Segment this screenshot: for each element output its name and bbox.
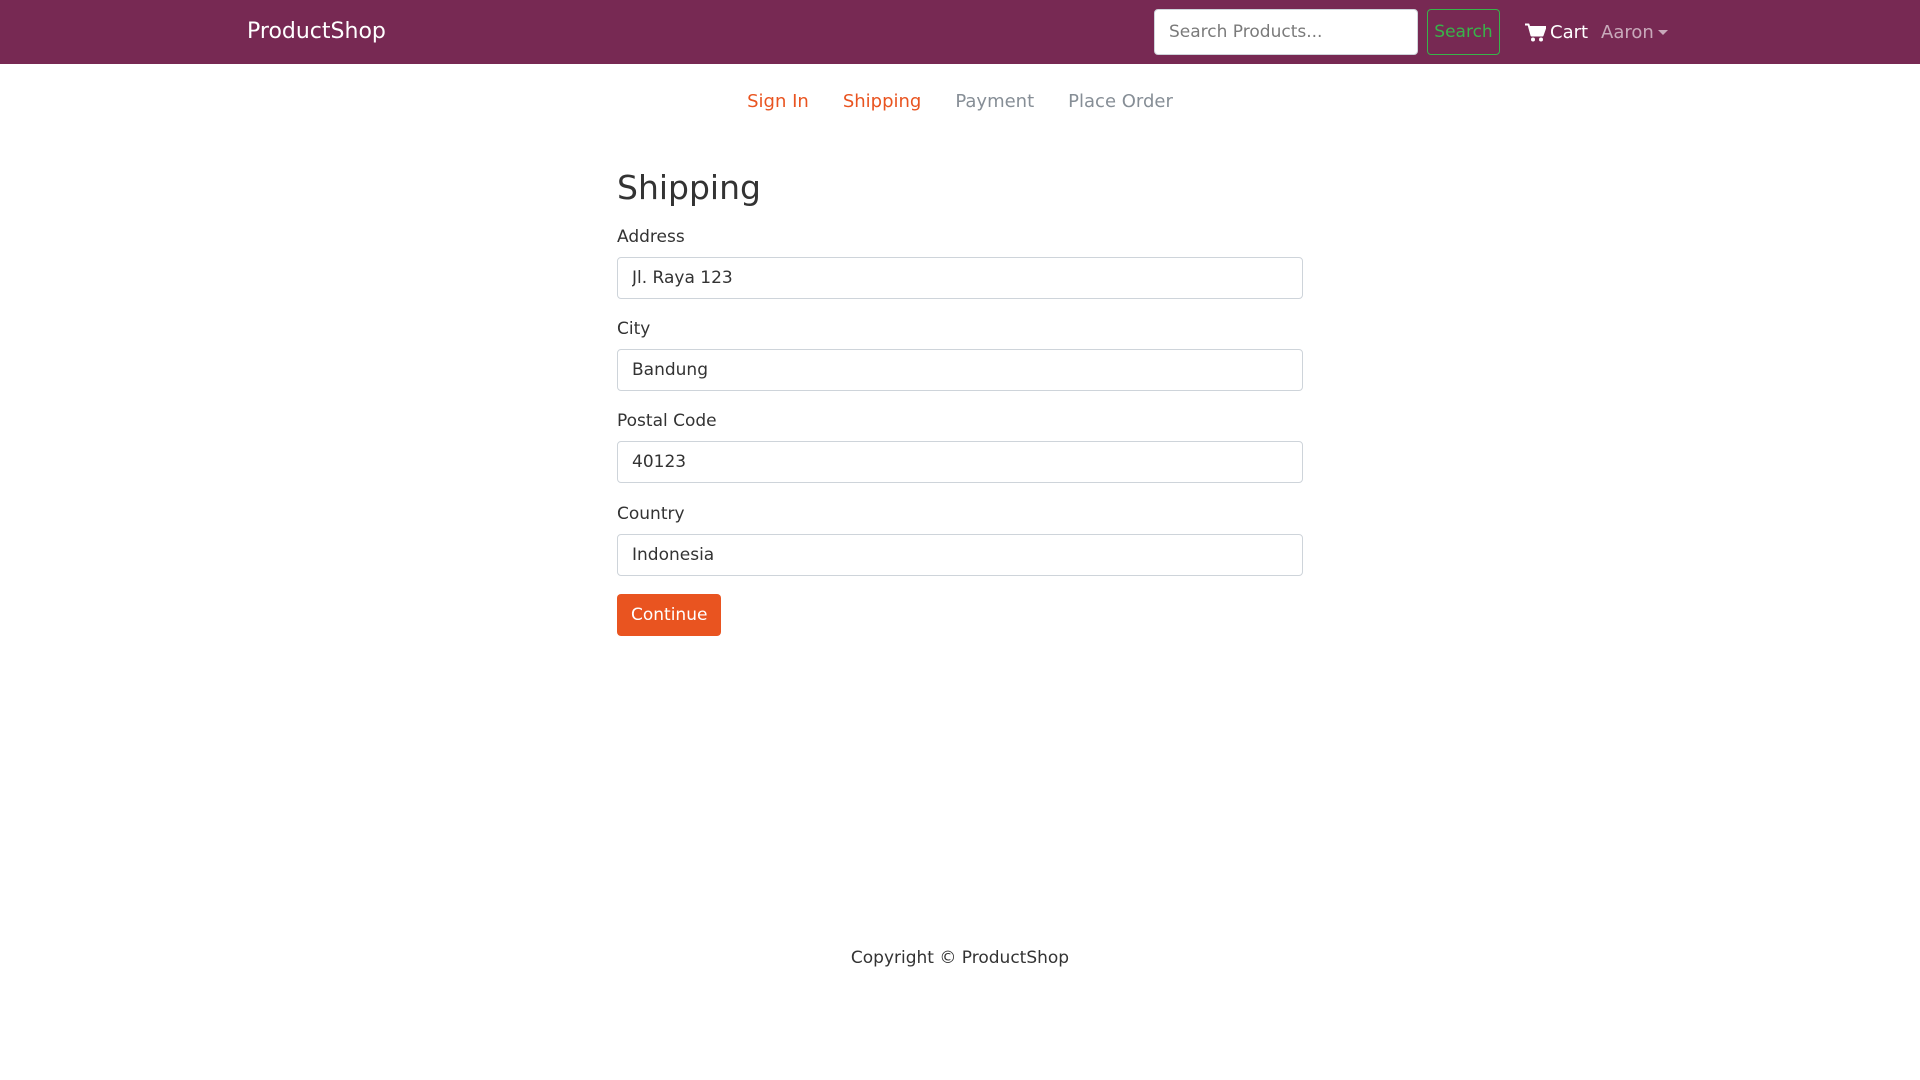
city-label: City	[617, 319, 651, 339]
step-sign-in[interactable]: Sign In	[730, 90, 826, 114]
postal-code-input[interactable]	[617, 441, 1303, 483]
shipping-form: Shipping Address City Postal Code Countr…	[617, 168, 1303, 636]
search-input[interactable]	[1154, 9, 1418, 55]
cart-link[interactable]: Cart	[1525, 18, 1588, 46]
step-payment: Payment	[955, 91, 1035, 112]
city-input[interactable]	[617, 349, 1303, 391]
postal-code-label: Postal Code	[617, 411, 717, 431]
city-group: City	[617, 318, 1303, 391]
continue-button[interactable]: Continue	[617, 594, 722, 636]
chevron-down-icon	[1657, 29, 1668, 35]
address-group: Address	[617, 226, 1303, 299]
step-shipping[interactable]: Shipping	[826, 90, 939, 114]
footer: Copyright © ProductShop	[0, 947, 1920, 969]
user-name: Aaron	[1601, 21, 1654, 43]
address-input[interactable]	[617, 257, 1303, 299]
postal-code-group: Postal Code	[617, 410, 1303, 483]
country-label: Country	[617, 504, 685, 524]
step-place-order: Place Order	[1068, 91, 1173, 112]
cart-label: Cart	[1550, 21, 1589, 43]
country-group: Country	[617, 503, 1303, 576]
search-button[interactable]: Search	[1427, 9, 1500, 55]
brand-link[interactable]: ProductShop	[247, 18, 386, 46]
checkout-steps: Sign In Shipping Payment Place Order	[0, 90, 1920, 114]
user-dropdown[interactable]: Aaron	[1601, 18, 1668, 46]
country-input[interactable]	[617, 534, 1303, 576]
page-title: Shipping	[617, 168, 761, 207]
copyright-text: Copyright © ProductShop	[850, 948, 1070, 968]
navbar: ProductShop Search Cart Aaron	[0, 0, 1920, 64]
address-label: Address	[617, 227, 685, 247]
cart-icon	[1525, 23, 1546, 42]
